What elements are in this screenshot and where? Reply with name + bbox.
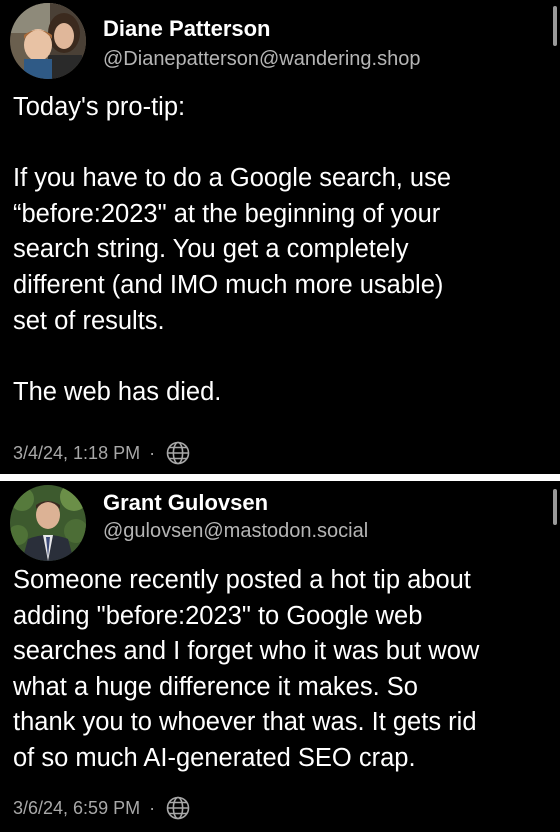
post-text-line: of so much AI-generated SEO crap. — [13, 743, 416, 772]
post-grant-gulovsen: Grant Gulovsen @gulovsen@mastodon.social… — [0, 481, 560, 832]
globe-icon — [165, 795, 191, 821]
scrollbar-thumb[interactable] — [553, 489, 557, 525]
post-body: Someone recently posted a hot tip about … — [13, 563, 553, 777]
post-text-line — [13, 126, 553, 162]
timestamp[interactable]: 3/6/24, 6:59 PM — [13, 798, 140, 819]
post-text-line: If you have to do a Google search, use — [13, 164, 452, 193]
post-text-line: searches and I forget who it was but wow — [13, 637, 480, 666]
post-meta: 3/4/24, 1:18 PM · — [13, 440, 191, 466]
post-body: Today's pro-tip: If you have to do a Goo… — [13, 90, 553, 410]
avatar[interactable] — [10, 3, 86, 79]
post-text-line: what a huge difference it makes. So — [13, 672, 418, 701]
avatar[interactable] — [10, 485, 86, 561]
post-text-line: adding "before:2023" to Google web — [13, 601, 423, 630]
display-name[interactable]: Grant Gulovsen — [103, 490, 268, 516]
meta-separator: · — [149, 797, 156, 818]
post-text-line: thank you to whoever that was. It gets r… — [13, 708, 477, 737]
scrollbar-thumb[interactable] — [553, 6, 557, 46]
post-text-line: different (and IMO much more usable) — [13, 270, 444, 299]
account-handle[interactable]: @gulovsen@mastodon.social — [103, 520, 368, 543]
display-name[interactable]: Diane Patterson — [103, 16, 271, 42]
globe-icon — [165, 440, 191, 466]
post-text-line: set of results. — [13, 306, 165, 335]
meta-separator: · — [149, 442, 156, 463]
post-text-line: “before:2023" at the beginning of your — [13, 199, 441, 228]
post-text-line: The web has died. — [13, 377, 222, 406]
post-text-line: Today's pro-tip: — [13, 93, 186, 121]
post-diane-patterson: Diane Patterson @Dianepatterson@wanderin… — [0, 0, 560, 474]
post-text-line: Someone recently posted a hot tip about — [13, 566, 471, 594]
account-handle[interactable]: @Dianepatterson@wandering.shop — [103, 48, 420, 71]
timestamp[interactable]: 3/4/24, 1:18 PM — [13, 443, 140, 464]
post-text-line: search string. You get a completely — [13, 235, 409, 264]
post-text-line — [13, 339, 553, 375]
post-divider — [0, 474, 560, 481]
post-meta: 3/6/24, 6:59 PM · — [13, 795, 191, 821]
avatar-photo-man-in-suit — [10, 485, 86, 561]
avatar-photo-woman-with-child — [10, 3, 86, 79]
